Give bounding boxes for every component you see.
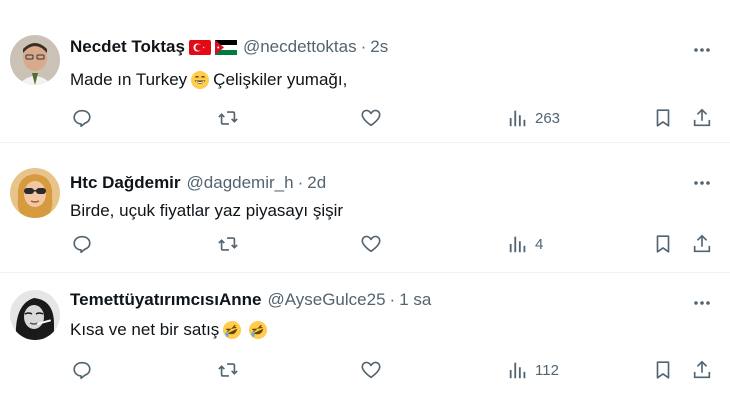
retweet-icon [218, 237, 238, 251]
user-handle[interactable]: @dagdemir_h [187, 173, 294, 193]
tweet-feed: Necdet Toktaş @necdettoktas · 2s Made ın… [0, 0, 730, 420]
heart-icon [361, 235, 381, 253]
views-button[interactable]: 112 [507, 359, 559, 381]
more-options-icon[interactable] [692, 173, 712, 193]
grinning-face-emoji-icon [190, 70, 210, 90]
reply-button[interactable] [71, 233, 93, 255]
tweet[interactable]: Htc Dağdemir @dagdemir_h · 2d Birde, uçu… [0, 143, 730, 273]
tweet-text: Birde, uçuk fiyatlar yaz piyasayı şişir [70, 201, 343, 221]
tweet-actions: 112 [0, 359, 730, 383]
timestamp[interactable]: 2d [307, 173, 326, 193]
reply-button[interactable] [71, 359, 93, 381]
bookmark-icon [656, 109, 670, 127]
retweet-icon [218, 111, 238, 125]
avatar[interactable] [10, 35, 60, 85]
display-name[interactable]: Htc Dağdemir [70, 173, 181, 193]
views-count: 4 [535, 235, 544, 253]
views-chart-icon [509, 110, 526, 127]
jordan-flag-icon [214, 39, 237, 55]
turkey-flag-icon [188, 39, 211, 55]
views-chart-icon [509, 362, 526, 379]
tweet[interactable]: Necdet Toktaş @necdettoktas · 2s Made ın… [0, 0, 730, 143]
reply-icon [73, 361, 91, 380]
bookmark-button[interactable] [652, 233, 674, 255]
views-count: 263 [535, 109, 561, 127]
like-button[interactable] [360, 107, 382, 129]
timestamp[interactable]: 2s [370, 37, 388, 57]
tweet-header: TemettüyatırımcısıAnne @AyseGulce25 · 1 … [70, 290, 431, 310]
heart-icon [361, 361, 381, 379]
views-chart-icon [509, 236, 526, 253]
share-icon [693, 108, 711, 127]
views-button[interactable]: 4 [507, 233, 543, 255]
tweet-text: Kısa ve net bir satış [70, 320, 271, 340]
separator-dot: · [389, 290, 396, 309]
views-count: 112 [535, 361, 559, 379]
share-icon [693, 234, 711, 253]
separator-dot: · [360, 37, 367, 56]
display-name[interactable]: Necdet Toktaş [70, 37, 185, 57]
tweet-text-part: Çelişkiler yumağı, [213, 70, 348, 89]
tweet-text-part: Made ın Turkey [70, 70, 188, 89]
tweet-header: Necdet Toktaş @necdettoktas · 2s [70, 37, 388, 57]
more-options-icon[interactable] [692, 40, 712, 60]
like-button[interactable] [360, 359, 382, 381]
share-button[interactable] [691, 359, 713, 381]
rolling-laughing-emoji-icon [222, 320, 242, 340]
retweet-button[interactable] [217, 359, 239, 381]
share-button[interactable] [691, 107, 713, 129]
heart-icon [361, 109, 381, 127]
reply-button[interactable] [71, 107, 93, 129]
rolling-laughing-emoji-icon [248, 320, 268, 340]
separator-dot: · [297, 173, 304, 192]
bookmark-button[interactable] [652, 107, 674, 129]
display-name[interactable]: TemettüyatırımcısıAnne [70, 290, 261, 310]
share-icon [693, 360, 711, 379]
more-options-icon[interactable] [692, 293, 712, 313]
views-button[interactable]: 263 [507, 107, 560, 129]
retweet-button[interactable] [217, 107, 239, 129]
retweet-button[interactable] [217, 233, 239, 255]
tweet-text-part: Kısa ve net bir satış [70, 320, 220, 339]
user-handle[interactable]: @AyseGulce25 [267, 290, 385, 310]
bookmark-icon [656, 361, 670, 379]
tweet[interactable]: TemettüyatırımcısıAnne @AyseGulce25 · 1 … [0, 273, 730, 420]
avatar[interactable] [10, 168, 60, 218]
avatar[interactable] [10, 290, 60, 340]
bookmark-icon [656, 235, 670, 253]
reply-icon [73, 235, 91, 254]
timestamp[interactable]: 1 sa [399, 290, 431, 310]
user-handle[interactable]: @necdettoktas [243, 37, 357, 57]
tweet-actions: 263 [0, 107, 730, 131]
bookmark-button[interactable] [652, 359, 674, 381]
share-button[interactable] [691, 233, 713, 255]
tweet-header: Htc Dağdemir @dagdemir_h · 2d [70, 173, 326, 193]
reply-icon [73, 109, 91, 128]
tweet-text: Made ın Turkey Çelişkiler yumağı, [70, 70, 347, 90]
like-button[interactable] [360, 233, 382, 255]
retweet-icon [218, 363, 238, 377]
tweet-text-part: Birde, uçuk fiyatlar yaz piyasayı şişir [70, 201, 344, 220]
tweet-actions: 4 [0, 233, 730, 257]
